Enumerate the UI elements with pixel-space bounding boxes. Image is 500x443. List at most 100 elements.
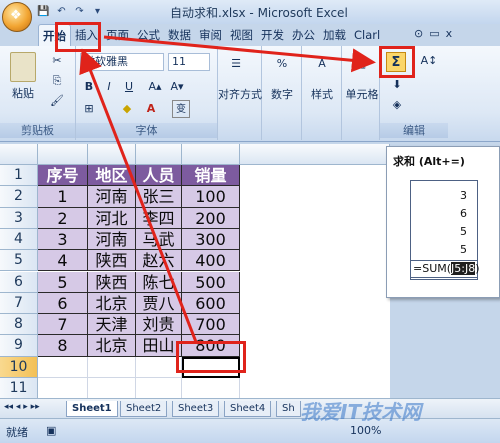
empty-cell[interactable] — [38, 356, 88, 378]
font-color-icon[interactable]: A — [142, 100, 160, 118]
tab-developer[interactable]: 开发 — [257, 24, 288, 46]
copy-icon[interactable]: ⎘ — [48, 72, 66, 90]
format-painter-icon[interactable]: 🖌 — [48, 92, 66, 110]
table-cell[interactable]: 刘贵 — [136, 314, 182, 336]
table-cell[interactable]: 400 — [182, 250, 240, 272]
alignment-button[interactable]: ☰ — [226, 54, 246, 74]
row-header[interactable]: 1 — [0, 165, 38, 187]
empty-cell[interactable] — [182, 378, 240, 400]
macro-record-icon[interactable]: ▣ — [46, 424, 56, 437]
cut-icon[interactable]: ✂ — [48, 52, 66, 70]
font-name-combo[interactable]: 微软雅黑 — [80, 53, 164, 71]
column-header-b[interactable] — [88, 144, 136, 165]
table-cell[interactable]: 6 — [38, 292, 88, 315]
table-cell[interactable]: 3 — [38, 228, 88, 251]
fill-icon[interactable]: ⬇ — [388, 76, 406, 94]
cells-label[interactable]: 单元格 — [340, 86, 384, 102]
table-cell[interactable]: 河南 — [88, 186, 136, 208]
table-cell[interactable]: 8 — [38, 335, 88, 357]
column-header-a[interactable] — [38, 144, 88, 165]
column-header-rest[interactable] — [240, 144, 390, 165]
customize-qat-icon[interactable]: ▾ — [90, 4, 105, 19]
tab-office[interactable]: 办公 — [288, 24, 319, 46]
table-cell[interactable]: 北京 — [88, 335, 136, 357]
table-cell[interactable]: 600 — [182, 292, 240, 315]
clear-icon[interactable]: ◈ — [388, 96, 406, 114]
table-cell[interactable]: 200 — [182, 207, 240, 229]
tab-clarl[interactable]: Clarl — [350, 24, 384, 46]
cells-button[interactable]: ▦ — [351, 54, 371, 74]
bold-button[interactable]: B — [80, 78, 98, 96]
phonetic-button[interactable]: 变 — [172, 100, 190, 118]
table-cell[interactable]: 河南 — [88, 228, 136, 251]
tab-review[interactable]: 审阅 — [195, 24, 226, 46]
underline-button[interactable]: U — [120, 78, 138, 96]
sheet-tab-2[interactable]: Sheet2 — [120, 401, 168, 417]
row-header[interactable]: 3 — [0, 207, 38, 229]
empty-cell[interactable] — [136, 378, 182, 400]
percent-button[interactable]: % — [272, 54, 292, 74]
font-size-combo[interactable]: 11 — [168, 53, 210, 71]
table-cell[interactable]: 陕西 — [88, 271, 136, 293]
styles-button[interactable]: A — [312, 54, 332, 74]
sheet-tab-4[interactable]: Sheet4 — [224, 401, 272, 417]
sheet-tab-5[interactable]: Sh — [276, 401, 301, 417]
table-cell[interactable]: 河北 — [88, 207, 136, 229]
table-cell[interactable]: 7 — [38, 314, 88, 336]
italic-button[interactable]: I — [100, 78, 118, 96]
table-cell[interactable]: 张三 — [136, 186, 182, 208]
paste-button[interactable]: 粘贴 — [6, 52, 40, 101]
table-header-cell[interactable]: 序号 — [38, 165, 88, 187]
number-label[interactable]: 数字 — [264, 86, 300, 102]
row-header[interactable]: 7 — [0, 292, 38, 315]
sheet-tab-1[interactable]: Sheet1 — [66, 401, 118, 417]
table-cell[interactable]: 陕西 — [88, 250, 136, 272]
table-cell[interactable]: 陈七 — [136, 271, 182, 293]
row-header[interactable]: 5 — [0, 250, 38, 272]
alignment-label[interactable]: 对齐方式 — [216, 86, 264, 102]
fill-color-icon[interactable]: ◆ — [118, 100, 136, 118]
tab-addins[interactable]: 加载 — [319, 24, 350, 46]
table-cell[interactable]: 300 — [182, 228, 240, 251]
tab-page-layout[interactable]: 页面 — [102, 24, 133, 46]
sort-filter-icon[interactable]: A↕ — [420, 52, 438, 70]
close-icon[interactable]: x — [446, 27, 453, 40]
help-icon[interactable]: ⊙ — [414, 27, 423, 40]
table-cell[interactable]: 2 — [38, 207, 88, 229]
table-cell[interactable]: 赵六 — [136, 250, 182, 272]
redo-icon[interactable]: ↷ — [72, 4, 87, 19]
border-icon[interactable]: ⊞ — [80, 100, 98, 118]
save-icon[interactable]: 💾 — [36, 4, 51, 19]
undo-icon[interactable]: ↶ — [54, 4, 69, 19]
table-header-cell[interactable]: 人员 — [136, 165, 182, 187]
table-cell[interactable]: 5 — [38, 271, 88, 293]
table-cell[interactable]: 4 — [38, 250, 88, 272]
row-header[interactable]: 2 — [0, 186, 38, 208]
row-header[interactable]: 4 — [0, 228, 38, 251]
table-cell[interactable]: 500 — [182, 271, 240, 293]
table-cell[interactable]: 贾八 — [136, 292, 182, 315]
select-all-corner[interactable] — [0, 144, 38, 165]
zoom-level[interactable]: 100% — [350, 424, 381, 437]
table-cell[interactable]: 李四 — [136, 207, 182, 229]
empty-cell[interactable] — [88, 356, 136, 378]
tab-data[interactable]: 数据 — [164, 24, 195, 46]
column-header-c[interactable] — [136, 144, 182, 165]
row-header[interactable]: 10 — [0, 356, 38, 378]
tab-formulas[interactable]: 公式 — [133, 24, 164, 46]
table-header-cell[interactable]: 地区 — [88, 165, 136, 187]
empty-cell[interactable] — [38, 378, 88, 400]
grow-font-icon[interactable]: A▴ — [146, 78, 164, 96]
sheet-nav-icon[interactable]: ◂◂ ◂ ▸ ▸▸ — [4, 402, 40, 412]
table-cell[interactable]: 北京 — [88, 292, 136, 315]
row-header[interactable]: 11 — [0, 378, 38, 400]
column-header-d[interactable] — [182, 144, 240, 165]
table-cell[interactable]: 马武 — [136, 228, 182, 251]
table-cell[interactable]: 1 — [38, 186, 88, 208]
table-cell[interactable]: 100 — [182, 186, 240, 208]
table-cell[interactable]: 700 — [182, 314, 240, 336]
restore-icon[interactable]: ▭ — [429, 27, 439, 40]
table-cell[interactable]: 天津 — [88, 314, 136, 336]
sheet-tab-3[interactable]: Sheet3 — [172, 401, 220, 417]
row-header[interactable]: 9 — [0, 335, 38, 357]
